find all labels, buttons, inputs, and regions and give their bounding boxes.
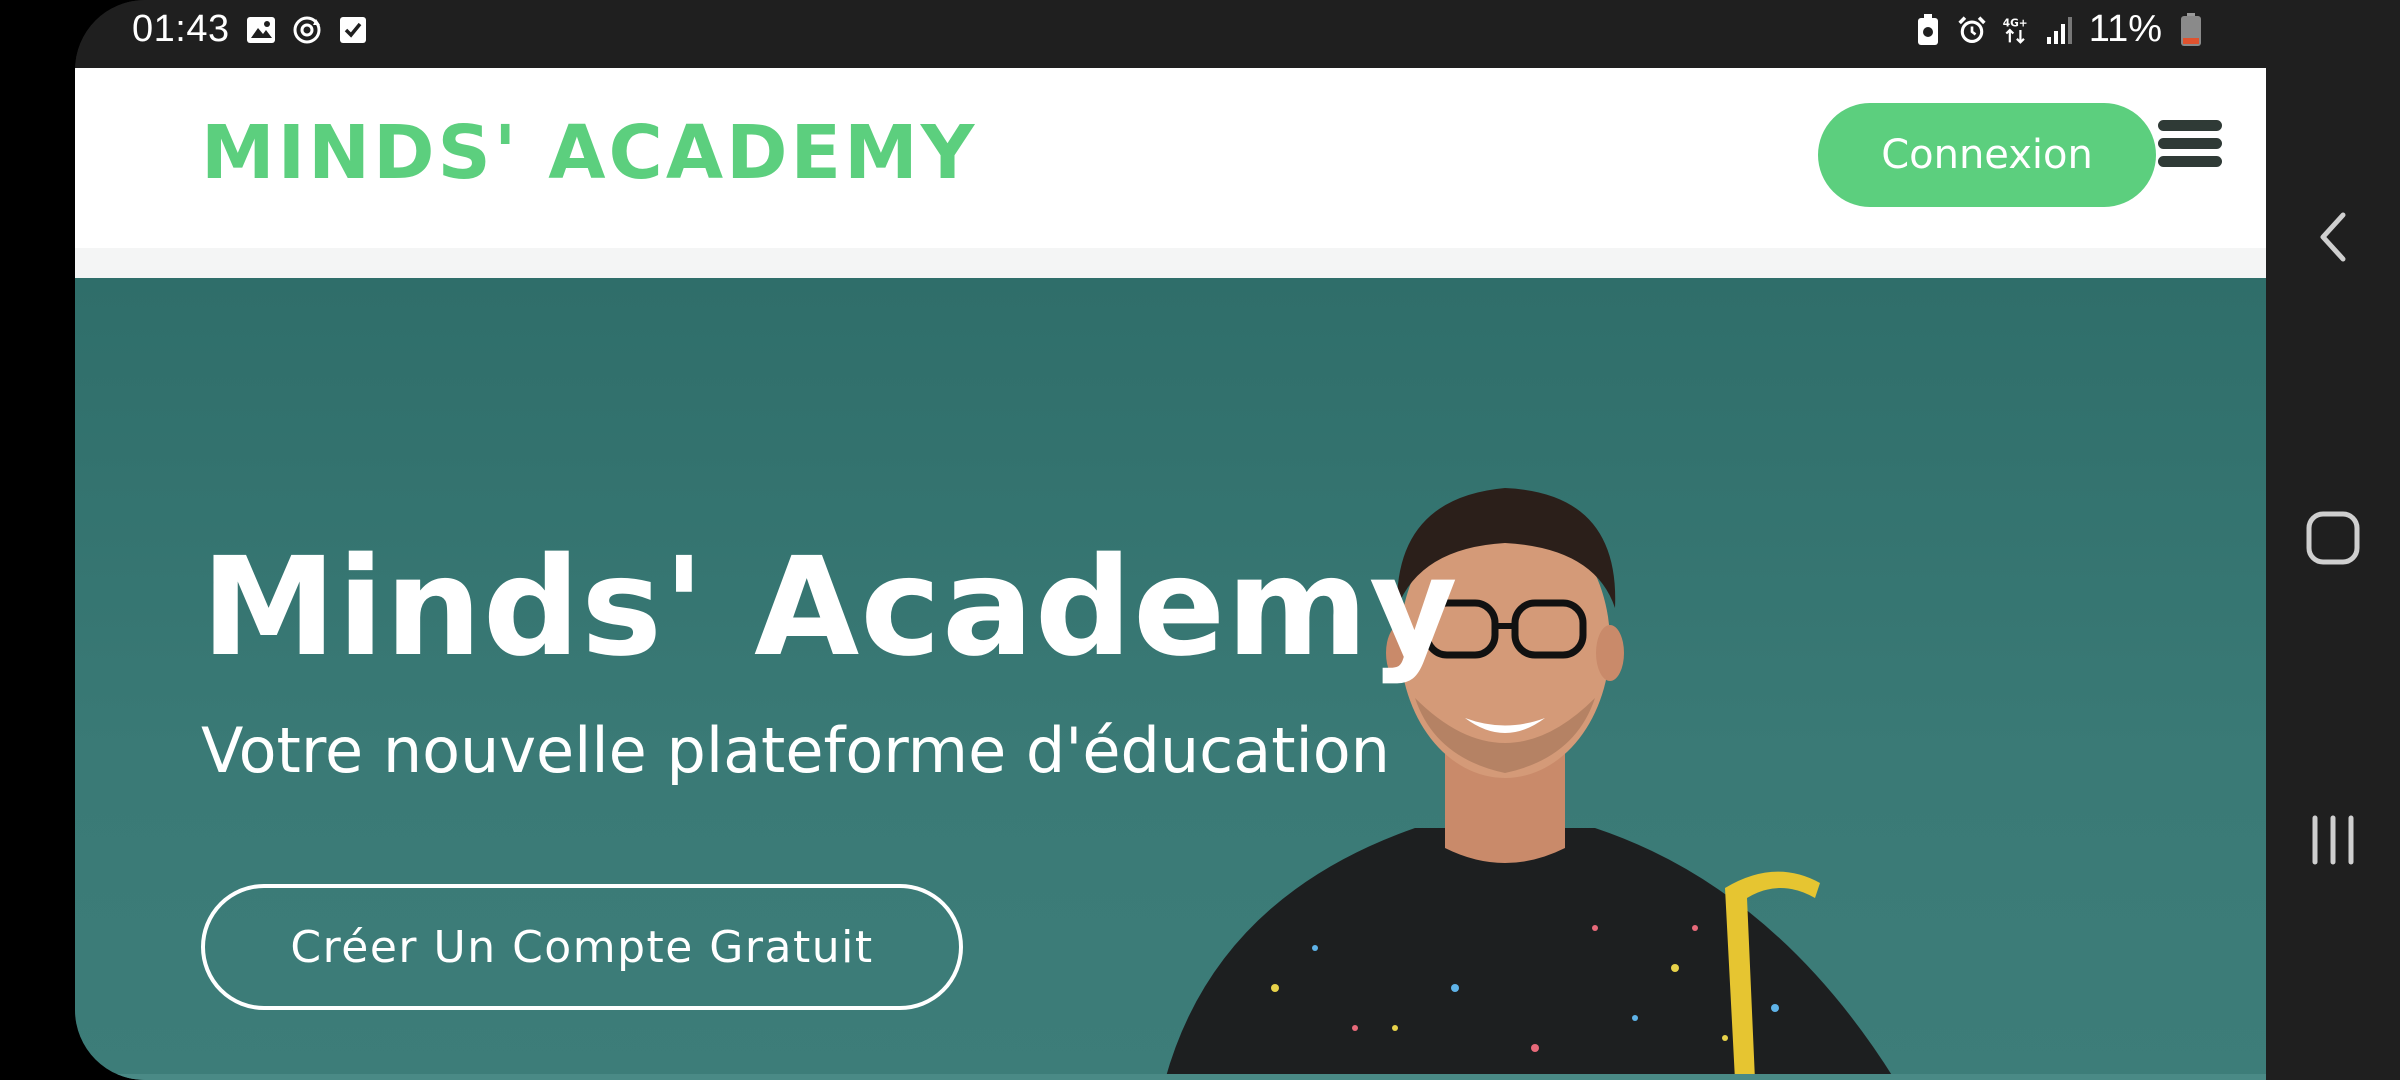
home-icon[interactable] bbox=[2266, 478, 2400, 598]
create-account-button[interactable]: Créer Un Compte Gratuit bbox=[201, 884, 963, 1010]
header-divider bbox=[75, 248, 2266, 278]
battery-saver-icon bbox=[1913, 13, 1943, 45]
sync-icon bbox=[292, 15, 322, 45]
svg-text:4G+: 4G+ bbox=[2003, 17, 2028, 29]
hero-title: Minds' Academy bbox=[201, 529, 1459, 687]
status-left: 01:43 bbox=[132, 8, 368, 51]
status-bar: 01:43 4G+ 11% bbox=[75, 0, 2266, 68]
hero-bottom-border bbox=[75, 1074, 2266, 1080]
login-button[interactable]: Connexion bbox=[1818, 103, 2156, 207]
network-4g-icon: 4G+ bbox=[2001, 15, 2031, 45]
checkbox-icon bbox=[338, 15, 368, 45]
signal-icon bbox=[2045, 15, 2075, 45]
status-time: 01:43 bbox=[132, 8, 230, 50]
alarm-icon bbox=[1957, 15, 1987, 45]
site-header: MINDS' ACADEMY Connexion bbox=[75, 68, 2266, 248]
hamburger-icon[interactable] bbox=[2158, 120, 2222, 172]
navigation-bar bbox=[2266, 0, 2400, 1080]
status-right: 4G+ 11% bbox=[1913, 8, 2206, 51]
hero-section: Minds' Academy Votre nouvelle plateforme… bbox=[75, 278, 2266, 1080]
image-icon bbox=[246, 15, 276, 45]
recents-icon[interactable] bbox=[2266, 780, 2400, 900]
back-icon[interactable] bbox=[2266, 177, 2400, 297]
hero-subtitle: Votre nouvelle plateforme d'éducation bbox=[201, 714, 1390, 787]
battery-percent: 11% bbox=[2088, 8, 2162, 50]
brand-logo[interactable]: MINDS' ACADEMY bbox=[201, 110, 977, 196]
phone-screen: 01:43 4G+ 11% MINDS' ACADEMY Connexion M… bbox=[75, 0, 2266, 1080]
battery-icon bbox=[2176, 12, 2206, 46]
